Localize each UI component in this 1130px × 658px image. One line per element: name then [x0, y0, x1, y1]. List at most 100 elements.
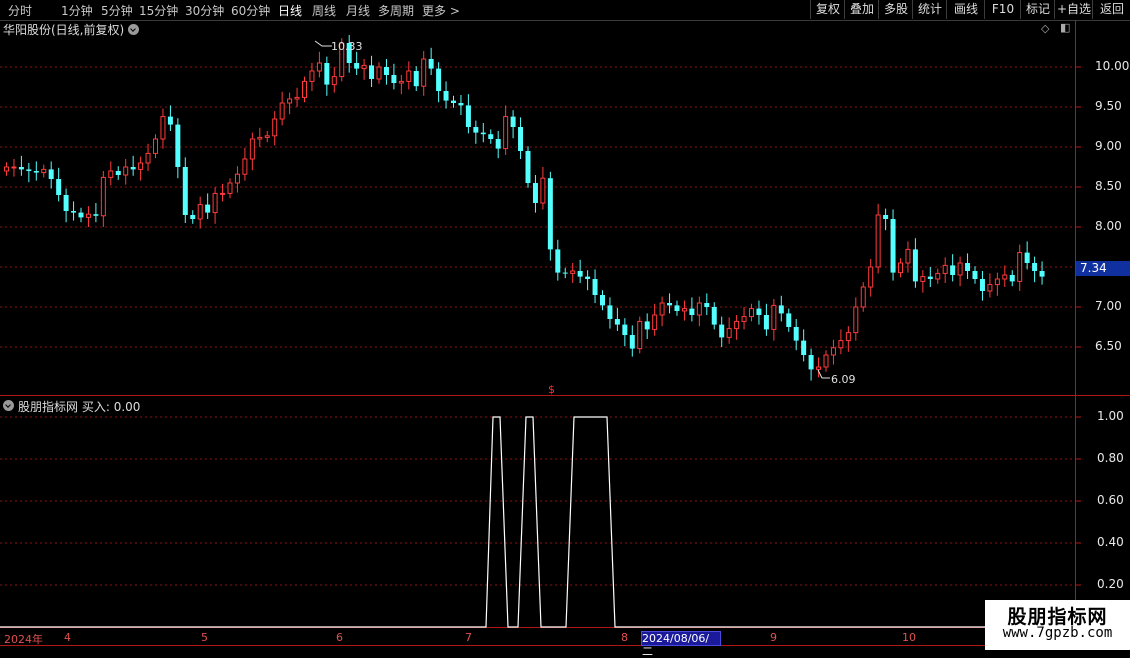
grid-lines — [0, 66, 1075, 586]
candle — [421, 51, 427, 96]
candle — [555, 239, 561, 281]
candle — [182, 157, 188, 223]
candle — [354, 51, 360, 75]
candle — [965, 253, 971, 279]
buy-signal-line — [0, 416, 985, 628]
candle — [644, 313, 650, 339]
candle — [875, 203, 881, 274]
candle — [428, 47, 434, 75]
candle — [175, 118, 181, 179]
candle — [294, 87, 300, 107]
candle — [793, 319, 799, 351]
price-axis-label: 8.50 — [1095, 179, 1122, 193]
candle — [972, 266, 978, 284]
candle — [145, 143, 151, 171]
candle — [994, 272, 1000, 296]
candle — [108, 161, 114, 186]
stock-chart-window: 分时 1分钟 5分钟 15分钟 30分钟 60分钟 日线 周线 月线 多周期 更… — [0, 0, 1130, 658]
candle — [905, 241, 911, 273]
candle — [860, 282, 866, 312]
date-axis-label: 2024年 — [4, 633, 43, 646]
candle — [704, 293, 710, 315]
candle — [652, 303, 658, 336]
candle — [316, 51, 322, 78]
candle — [26, 163, 32, 183]
candle — [622, 318, 628, 347]
price-axis-label: 6.50 — [1095, 339, 1122, 353]
indicator-axis-label: 0.60 — [1097, 493, 1124, 507]
candle — [883, 208, 889, 231]
candle — [458, 95, 464, 115]
low-annotation-leader — [817, 369, 830, 379]
indicator-axis-label: 0.80 — [1097, 451, 1124, 465]
candle — [376, 62, 382, 84]
candle — [212, 187, 218, 224]
frame-lines — [0, 20, 1130, 650]
candle — [324, 56, 330, 96]
candle — [942, 257, 948, 283]
candle — [33, 161, 39, 181]
candle — [138, 156, 144, 181]
candle — [562, 267, 568, 279]
candle — [1009, 270, 1015, 287]
candle — [570, 263, 576, 283]
candle — [234, 166, 240, 193]
candle — [1002, 265, 1008, 287]
candlestick-series — [4, 35, 1045, 381]
watermark-url: www.7gpzb.com — [1002, 625, 1113, 641]
candle — [614, 307, 620, 331]
candle — [63, 188, 69, 223]
candle — [987, 273, 993, 298]
candle — [778, 295, 784, 322]
candle — [130, 155, 136, 176]
candle — [100, 171, 106, 227]
candle — [607, 297, 613, 329]
candle — [197, 196, 203, 229]
candle — [667, 293, 673, 314]
candle — [71, 201, 77, 221]
buy-signal-series — [0, 416, 985, 628]
candle — [912, 238, 918, 288]
date-axis-label: 6 — [336, 631, 343, 644]
candle — [898, 258, 903, 278]
candle — [577, 259, 583, 283]
candle — [1032, 256, 1038, 283]
chart-canvas[interactable]: 10.33 6.09 $ — [0, 0, 1130, 650]
price-axis-label: 9.00 — [1095, 139, 1122, 153]
candle — [451, 95, 456, 108]
candle — [503, 105, 509, 155]
date-axis-label: 10 — [902, 631, 916, 644]
candle — [920, 270, 926, 293]
candle — [227, 178, 233, 199]
price-axis-label: 9.50 — [1095, 99, 1122, 113]
candle — [18, 155, 24, 176]
candle — [369, 55, 375, 87]
candle — [302, 76, 307, 103]
candle — [249, 132, 255, 171]
candle — [540, 167, 546, 210]
candle — [1039, 261, 1045, 285]
candle — [480, 123, 486, 143]
cursor-date-label: 2024/08/06/二 — [641, 631, 721, 658]
candle — [979, 271, 985, 301]
candle — [532, 175, 538, 213]
candle — [160, 108, 166, 149]
candle — [272, 111, 278, 146]
candle — [957, 256, 963, 287]
candle — [830, 339, 836, 365]
high-annotation-label: 10.33 — [331, 40, 363, 53]
candle — [1017, 244, 1023, 291]
candle — [1024, 241, 1030, 270]
candle — [115, 166, 121, 180]
last-price-tag: 7.34 — [1076, 261, 1130, 276]
candle — [257, 127, 263, 147]
candle — [123, 159, 129, 185]
candle — [771, 299, 777, 341]
date-axis-label: 4 — [64, 631, 71, 644]
candle — [868, 259, 874, 297]
candle — [756, 300, 762, 325]
candle — [436, 62, 442, 103]
candle — [525, 146, 531, 188]
candle — [734, 315, 740, 340]
candle — [786, 308, 792, 332]
